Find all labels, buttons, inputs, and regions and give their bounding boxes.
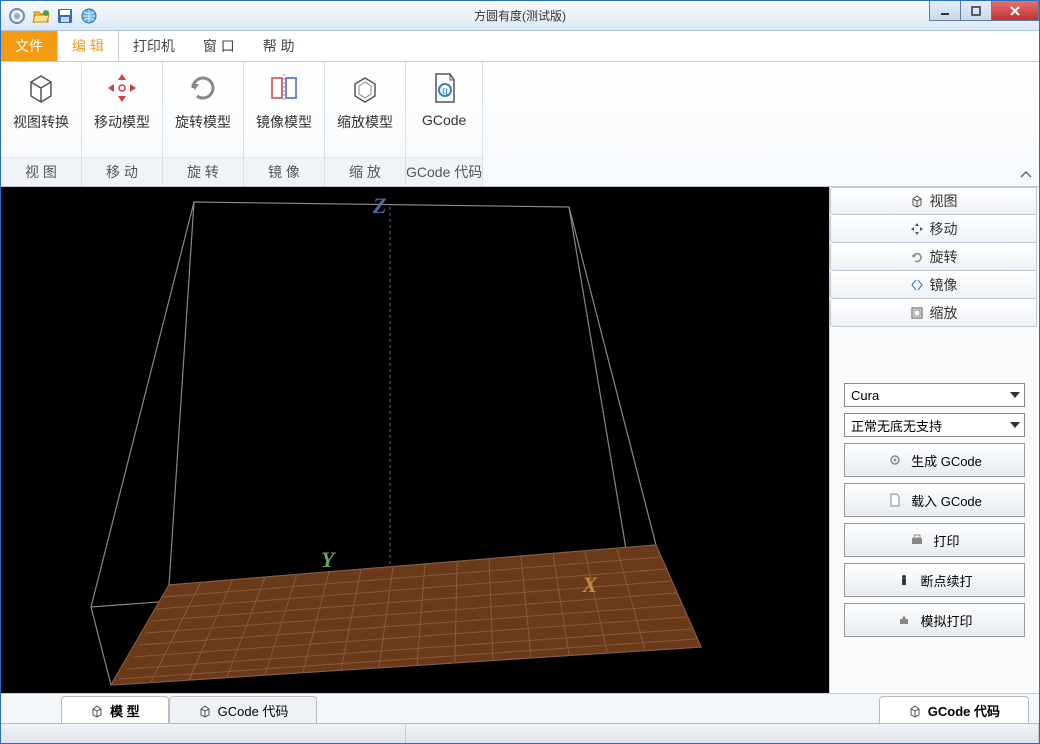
3d-viewport[interactable]: X Y Z: [1, 187, 829, 693]
caret-down-icon: [1010, 392, 1020, 398]
caret-down-icon: [1010, 422, 1020, 428]
menu-file[interactable]: 文件: [1, 31, 57, 61]
mirror-icon: [266, 70, 302, 106]
rotate-icon: [185, 70, 221, 106]
scale-model-button[interactable]: 缩放模型: [325, 66, 405, 157]
accordion-move[interactable]: 移动: [830, 215, 1037, 243]
ribbon-collapse-icon[interactable]: [1019, 168, 1033, 182]
gear-icon: [887, 452, 903, 468]
status-bar: [1, 723, 1039, 743]
move-model-button[interactable]: 移动模型: [82, 66, 162, 157]
open-folder-icon[interactable]: [31, 6, 51, 26]
ribbon-group-scale-label: 缩 放: [325, 157, 405, 186]
minimize-button[interactable]: [929, 1, 961, 21]
simulate-icon: [896, 612, 912, 628]
slicer-select[interactable]: Cura: [844, 383, 1025, 407]
accordion-view[interactable]: 视图: [830, 187, 1037, 215]
menu-window[interactable]: 窗 口: [189, 31, 249, 61]
rotate-small-icon: [910, 250, 924, 264]
resume-print-button[interactable]: 断点续打: [844, 563, 1025, 597]
tab-gcode[interactable]: GCode 代码: [169, 696, 318, 724]
accordion-rotate[interactable]: 旋转: [830, 243, 1037, 271]
cube-small-icon: [910, 194, 924, 208]
accordion-scale[interactable]: 缩放: [830, 299, 1037, 327]
axis-y-label: Y: [321, 547, 334, 573]
gcode-file-icon: g: [426, 70, 462, 106]
titlebar: 方圆有度(测试版): [1, 1, 1039, 31]
svg-text:g: g: [442, 86, 448, 97]
menubar: 文件 编 辑 打印机 窗 口 帮 助: [1, 31, 1039, 62]
app-icon[interactable]: [7, 6, 27, 26]
print-button[interactable]: 打印: [844, 523, 1025, 557]
menu-help[interactable]: 帮 助: [249, 31, 309, 61]
gcode-button[interactable]: g GCode: [410, 66, 478, 157]
cube-small-icon: [908, 704, 922, 718]
accordion-mirror[interactable]: 镜像: [830, 271, 1037, 299]
scale-small-icon: [910, 306, 924, 320]
simulate-print-button[interactable]: 模拟打印: [844, 603, 1025, 637]
axis-x-label: X: [582, 572, 597, 598]
maximize-button[interactable]: [960, 1, 992, 21]
menu-printer[interactable]: 打印机: [119, 31, 189, 61]
file-icon: [887, 492, 903, 508]
mirror-model-button[interactable]: 镜像模型: [244, 66, 324, 157]
ribbon-group-mirror-label: 镜 像: [244, 157, 324, 186]
ribbon-toolbar: 视图转换 视 图 移动模型 移 动 旋转模型 旋 转: [1, 62, 1039, 187]
window-title: 方圆有度(测试版): [474, 7, 566, 24]
globe-icon[interactable]: [79, 6, 99, 26]
resume-icon: [896, 572, 912, 588]
axis-z-label: Z: [373, 193, 386, 219]
view-transform-button[interactable]: 视图转换: [1, 66, 81, 157]
cube-small-icon: [90, 704, 104, 718]
right-side-panel: 视图 移动 旋转 镜像 缩放 Cura 正常无底无支持 生成 GCode 载入 …: [829, 187, 1039, 693]
generate-gcode-button[interactable]: 生成 GCode: [844, 443, 1025, 477]
bottom-tab-bar: 模 型 GCode 代码 GCode 代码: [1, 693, 1039, 723]
move-arrows-icon: [104, 70, 140, 106]
save-icon[interactable]: [55, 6, 75, 26]
tab-model[interactable]: 模 型: [61, 696, 169, 724]
mirror-small-icon: [910, 278, 924, 292]
ribbon-group-gcode-label: GCode 代码: [406, 157, 482, 186]
ribbon-group-view-label: 视 图: [1, 157, 81, 186]
close-button[interactable]: [991, 1, 1039, 21]
cube-icon: [23, 70, 59, 106]
cube-small-icon: [198, 704, 212, 718]
move-small-icon: [910, 222, 924, 236]
ribbon-group-rotate-label: 旋 转: [163, 157, 243, 186]
tab-gcode-right[interactable]: GCode 代码: [879, 696, 1029, 724]
menu-edit[interactable]: 编 辑: [57, 31, 119, 61]
load-gcode-button[interactable]: 载入 GCode: [844, 483, 1025, 517]
ribbon-group-move-label: 移 动: [82, 157, 162, 186]
profile-select[interactable]: 正常无底无支持: [844, 413, 1025, 437]
printer-icon: [909, 532, 925, 548]
rotate-model-button[interactable]: 旋转模型: [163, 66, 243, 157]
scale-cube-icon: [347, 70, 383, 106]
